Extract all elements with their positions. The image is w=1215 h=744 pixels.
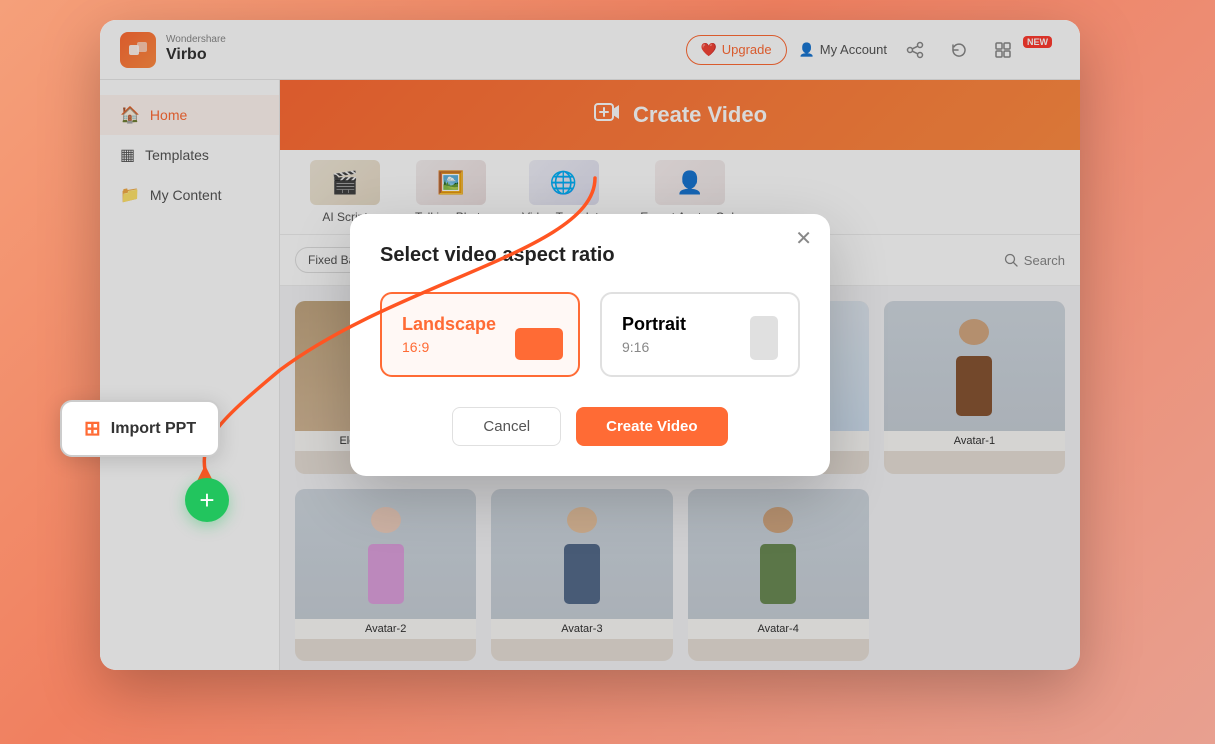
aspect-ratio-options: Landscape 16:9 Portrait 9:16 — [380, 292, 800, 377]
import-ppt-button[interactable]: ⊞ Import PPT — [60, 400, 220, 457]
dialog-close-button[interactable]: ✕ — [795, 229, 812, 249]
ppt-icon: ⊞ — [84, 416, 101, 441]
add-button[interactable]: + — [185, 478, 229, 522]
cancel-button[interactable]: Cancel — [452, 407, 561, 446]
aspect-portrait-option[interactable]: Portrait 9:16 — [600, 292, 800, 377]
app-window: Wondershare Virbo ❤️ Upgrade 👤 My Accoun… — [100, 20, 1080, 670]
portrait-icon — [750, 316, 778, 360]
dialog-overlay: ✕ Select video aspect ratio Landscape 16… — [100, 20, 1080, 670]
plus-icon: + — [199, 485, 214, 516]
landscape-label: Landscape — [402, 314, 496, 335]
landscape-ratio: 16:9 — [402, 339, 429, 355]
portrait-label: Portrait — [622, 314, 686, 335]
portrait-ratio: 9:16 — [622, 339, 649, 355]
create-video-button[interactable]: Create Video — [576, 407, 727, 446]
aspect-ratio-dialog: ✕ Select video aspect ratio Landscape 16… — [350, 214, 830, 476]
landscape-icon — [515, 328, 563, 360]
aspect-landscape-option[interactable]: Landscape 16:9 — [380, 292, 580, 377]
dialog-actions: Cancel Create Video — [380, 407, 800, 446]
import-ppt-label: Import PPT — [111, 420, 196, 438]
dialog-title: Select video aspect ratio — [380, 244, 800, 267]
